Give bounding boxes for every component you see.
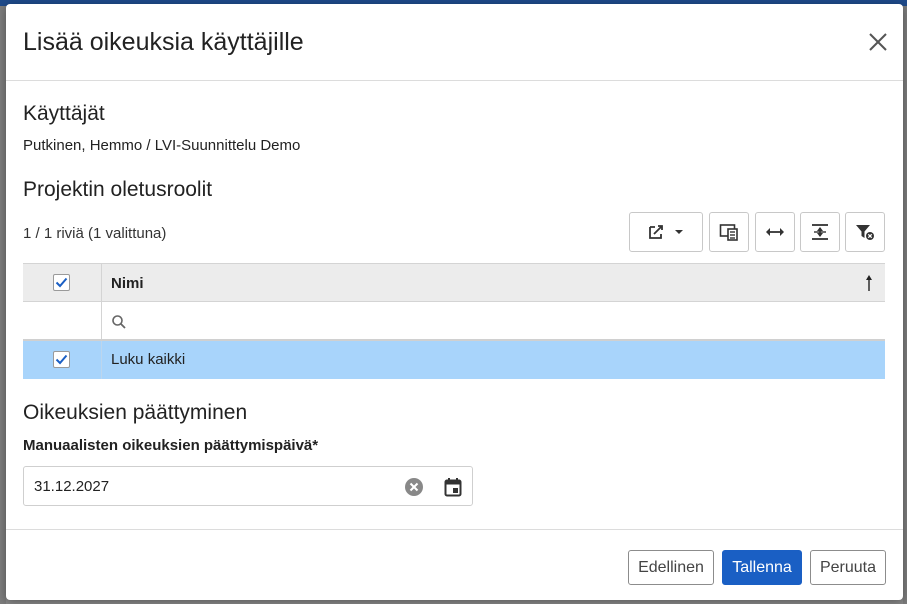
- calendar-icon[interactable]: [444, 477, 462, 497]
- expiry-heading: Oikeuksien päättyminen: [23, 401, 248, 424]
- sort-ascending-icon[interactable]: [863, 274, 875, 292]
- background-app-right: [903, 6, 907, 604]
- chevron-down-icon: [675, 230, 683, 234]
- row-name-cell: Luku kaikki: [111, 351, 186, 368]
- dialog-footer: Edellinen Tallenna Peruuta: [6, 529, 903, 600]
- search-icon[interactable]: [111, 314, 127, 330]
- add-permissions-dialog: Lisää oikeuksia käyttäjille Käyttäjät Pu…: [6, 4, 903, 600]
- close-icon: [869, 33, 887, 51]
- column-separator: [101, 341, 102, 379]
- row-checkbox[interactable]: [53, 351, 70, 368]
- fit-width-button[interactable]: [755, 212, 795, 252]
- cancel-button[interactable]: Peruuta: [810, 550, 886, 585]
- dialog-title: Lisää oikeuksia käyttäjille: [23, 28, 304, 56]
- grid-filter-row: [23, 302, 885, 341]
- clear-icon[interactable]: [404, 477, 424, 497]
- checkmark-icon: [55, 277, 68, 288]
- column-header-name[interactable]: Nimi: [111, 275, 144, 292]
- table-row[interactable]: Luku kaikki: [23, 341, 885, 379]
- columns-button[interactable]: [709, 212, 749, 252]
- clear-filter-icon: [856, 225, 874, 240]
- row-height-icon: [812, 224, 828, 240]
- column-separator: [101, 264, 102, 301]
- row-count: 1 / 1 riviä (1 valittuna): [23, 225, 167, 242]
- row-height-button[interactable]: [800, 212, 840, 252]
- roles-grid: Nimi Luku kaikki: [23, 263, 885, 379]
- save-button[interactable]: Tallenna: [722, 550, 802, 585]
- expiry-date-field[interactable]: 31.12.2027: [23, 466, 473, 506]
- export-icon: [649, 225, 663, 239]
- users-text: Putkinen, Hemmo / LVI-Suunnittelu Demo: [23, 137, 301, 154]
- expiry-date-value: 31.12.2027: [34, 478, 110, 495]
- expiry-date-label: Manuaalisten oikeuksien päättymispäivä*: [23, 437, 319, 454]
- grid-header-row: Nimi: [23, 263, 885, 302]
- columns-icon: [719, 224, 738, 241]
- select-all-checkbox[interactable]: [53, 274, 70, 291]
- users-heading: Käyttäjät: [23, 102, 105, 125]
- column-separator: [101, 302, 102, 339]
- fit-width-icon: [766, 228, 784, 236]
- close-button[interactable]: [867, 31, 889, 53]
- clear-filter-button[interactable]: [845, 212, 885, 252]
- previous-button[interactable]: Edellinen: [628, 550, 714, 585]
- dialog-header: Lisää oikeuksia käyttäjille: [6, 4, 903, 81]
- checkmark-icon: [55, 354, 68, 365]
- roles-heading: Projektin oletusroolit: [23, 178, 213, 201]
- export-button[interactable]: [629, 212, 703, 252]
